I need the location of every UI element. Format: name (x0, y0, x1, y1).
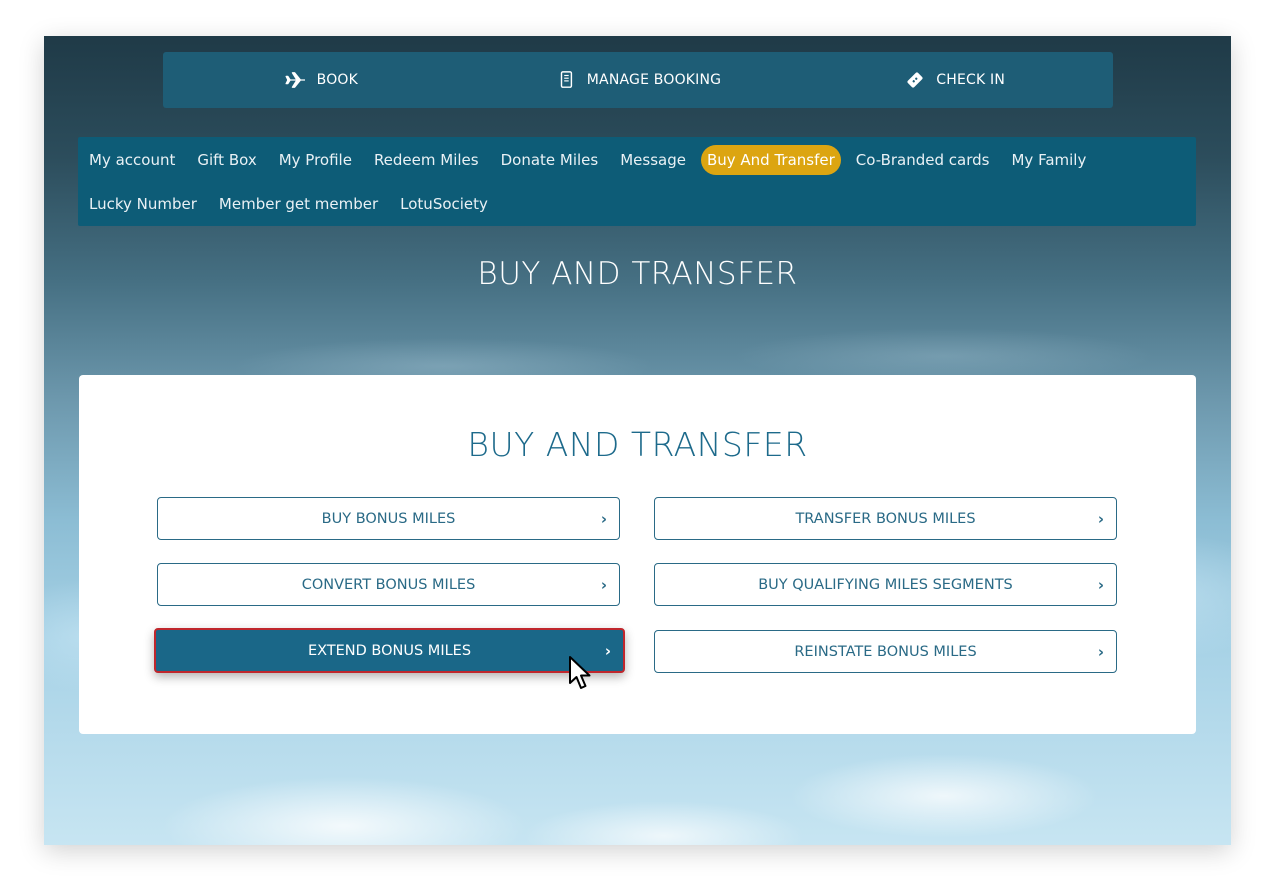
nav-my-family[interactable]: My Family (1004, 144, 1093, 176)
option-label: BUY BONUS MILES (321, 510, 456, 527)
nav-donate-miles[interactable]: Donate Miles (494, 144, 606, 176)
chevron-right-icon: › (600, 575, 607, 594)
browser-viewport: BOOK MANAGE BOOKING CHECK IN My account … (44, 36, 1231, 845)
transfer-bonus-miles-button[interactable]: TRANSFER BONUS MILES › (654, 497, 1117, 540)
top-navigation-bar: BOOK MANAGE BOOKING CHECK IN (163, 52, 1113, 108)
nav-buy-and-transfer[interactable]: Buy And Transfer (700, 145, 841, 175)
extend-bonus-miles-button[interactable]: EXTEND BONUS MILES › (154, 628, 625, 673)
nav-member-get-member[interactable]: Member get member (212, 188, 385, 220)
buy-and-transfer-card: BUY AND TRANSFER BUY BONUS MILES › TRANS… (79, 375, 1196, 734)
card-title: BUY AND TRANSFER (467, 425, 808, 464)
nav-co-branded-cards[interactable]: Co-Branded cards (849, 144, 997, 176)
chevron-right-icon: › (1097, 509, 1104, 528)
check-in-label: CHECK IN (936, 72, 1006, 88)
account-nav-row-2: Lucky Number Member get member LotuSocie… (78, 185, 1196, 223)
account-navigation: My account Gift Box My Profile Redeem Mi… (78, 137, 1196, 226)
option-label: EXTEND BONUS MILES (307, 642, 472, 659)
nav-redeem-miles[interactable]: Redeem Miles (367, 144, 486, 176)
option-label: BUY QUALIFYING MILES SEGMENTS (758, 576, 1013, 593)
nav-my-profile[interactable]: My Profile (272, 144, 359, 176)
buy-bonus-miles-button[interactable]: BUY BONUS MILES › (157, 497, 620, 540)
nav-lucky-number[interactable]: Lucky Number (82, 188, 204, 220)
chevron-right-icon: › (1097, 642, 1104, 661)
chevron-right-icon: › (600, 509, 607, 528)
reinstate-bonus-miles-button[interactable]: REINSTATE BONUS MILES › (654, 630, 1117, 673)
airplane-icon (285, 71, 307, 89)
option-label: CONVERT BONUS MILES (301, 576, 476, 593)
nav-my-account[interactable]: My account (82, 144, 182, 176)
option-label: TRANSFER BONUS MILES (795, 510, 976, 527)
manage-booking-nav-item[interactable]: MANAGE BOOKING (480, 71, 797, 89)
nav-lotusociety[interactable]: LotuSociety (393, 188, 495, 220)
booking-document-icon (555, 71, 577, 89)
check-in-nav-item[interactable]: CHECK IN (796, 71, 1113, 89)
manage-booking-label: MANAGE BOOKING (586, 72, 722, 88)
option-label: REINSTATE BONUS MILES (794, 643, 977, 660)
account-nav-row-1: My account Gift Box My Profile Redeem Mi… (78, 141, 1196, 179)
chevron-right-icon: › (604, 641, 611, 660)
buy-qualifying-miles-segments-button[interactable]: BUY QUALIFYING MILES SEGMENTS › (654, 563, 1117, 606)
chevron-right-icon: › (1097, 575, 1104, 594)
convert-bonus-miles-button[interactable]: CONVERT BONUS MILES › (157, 563, 620, 606)
book-label: BOOK (316, 72, 359, 88)
ticket-icon (904, 71, 926, 89)
book-nav-item[interactable]: BOOK (163, 71, 480, 89)
page-heading: BUY AND TRANSFER (477, 256, 798, 292)
nav-gift-box[interactable]: Gift Box (190, 144, 263, 176)
nav-message[interactable]: Message (613, 144, 693, 176)
